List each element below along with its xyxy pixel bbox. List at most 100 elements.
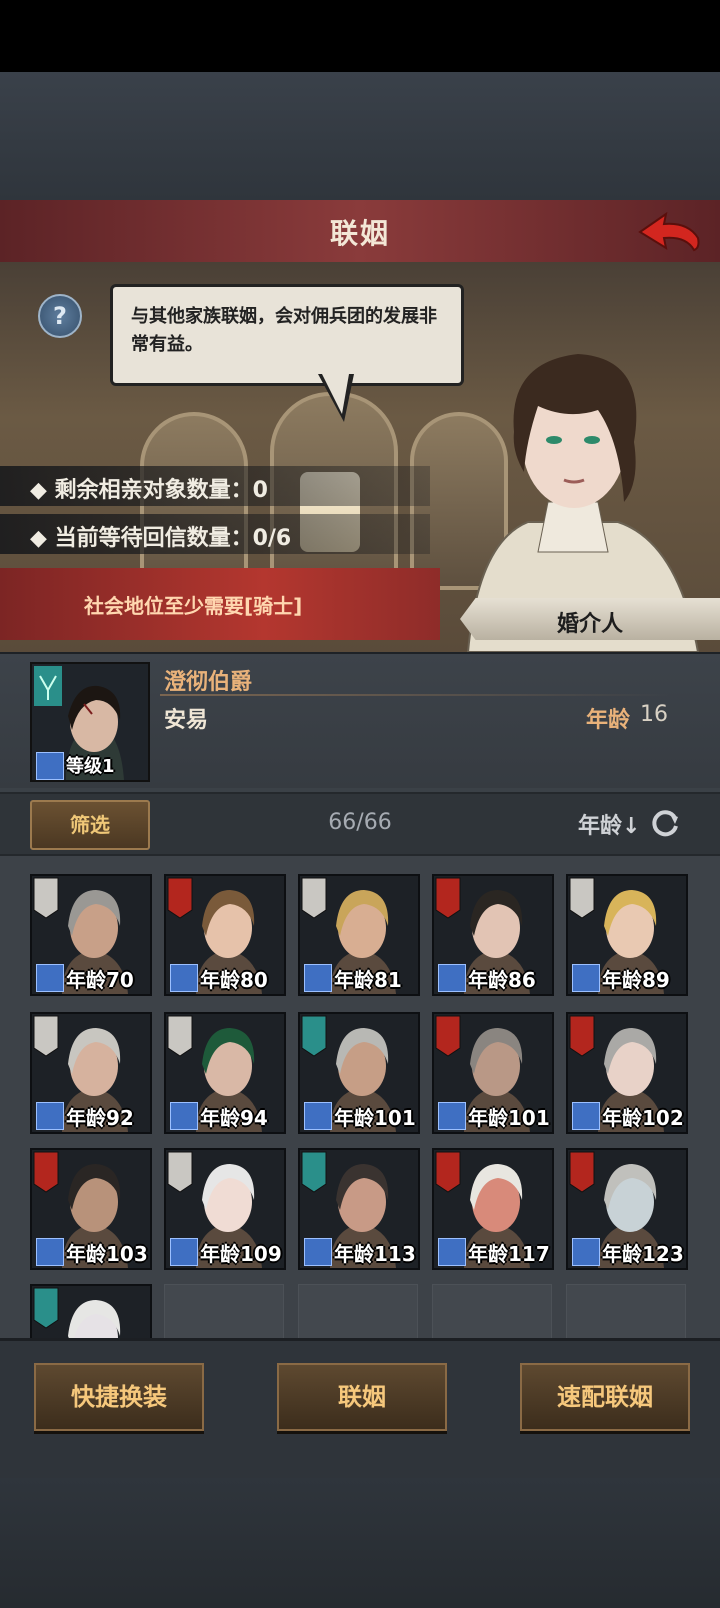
empty-slot: [298, 1284, 418, 1338]
candidate-card[interactable]: 年龄123: [566, 1148, 688, 1270]
candidate-card[interactable]: 年龄117: [432, 1148, 554, 1270]
house-banner-icon: [33, 877, 59, 919]
sword-icon: [36, 1238, 64, 1266]
action-bar: 快捷换装 联姻 速配联姻: [0, 1338, 720, 1481]
sword-icon: [36, 1102, 64, 1130]
auto-marry-label: 速配联姻: [557, 1383, 653, 1411]
candidate-age: 年龄101: [334, 1106, 416, 1130]
candidate-card[interactable]: 年龄70: [30, 874, 152, 996]
candidate-card[interactable]: 年龄101: [298, 1012, 420, 1134]
candidate-card[interactable]: 年龄92: [30, 1012, 152, 1134]
candidate-age: 年龄92: [66, 1106, 134, 1130]
house-banner-icon: [167, 1151, 193, 1193]
player-avatar[interactable]: 等级1: [30, 662, 150, 782]
sort-age-toggle[interactable]: 年龄↓: [578, 808, 640, 840]
player-level: 等级1: [66, 756, 115, 777]
house-banner-icon: [33, 1287, 59, 1329]
quick-equip-button[interactable]: 快捷换装: [34, 1363, 204, 1431]
remaining-count-text: ◆ 剩余相亲对象数量：0: [30, 478, 268, 503]
house-banner-icon: [301, 1151, 327, 1193]
house-banner-icon: [167, 877, 193, 919]
empty-slot: [164, 1284, 284, 1338]
empty-slot: [432, 1284, 552, 1338]
candidate-age: 年龄117: [468, 1242, 550, 1266]
candidate-age: 年龄86: [468, 968, 536, 992]
candidate-age: 年龄81: [334, 968, 402, 992]
title-bar: 联姻: [0, 200, 720, 264]
matchmaker-scene: ? 与其他家族联姻，会对佣兵团的发展非常有益。 ◆ 剩余相亲对象数量：0 ◆ 当…: [0, 262, 720, 652]
candidate-age: 年龄94: [200, 1106, 268, 1130]
quick-equip-label: 快捷换装: [71, 1383, 167, 1411]
house-banner-icon: [167, 1015, 193, 1057]
system-status-bar: [0, 0, 720, 72]
house-banner-icon: [569, 1015, 595, 1057]
player-age-label: 年龄: [586, 708, 631, 733]
candidate-age: 年龄109: [200, 1242, 282, 1266]
sword-icon: [572, 1102, 600, 1130]
divider: [160, 694, 670, 696]
player-title: 澄彻伯爵: [164, 670, 253, 695]
house-banner-icon: [301, 1015, 327, 1057]
back-arrow-icon[interactable]: [636, 208, 702, 254]
matchmaker-label: 婚介人: [556, 612, 623, 637]
marry-label: 联姻: [338, 1383, 386, 1411]
candidate-age: 年龄113: [334, 1242, 416, 1266]
candidate-card[interactable]: 年龄109: [164, 1148, 286, 1270]
remaining-count-row: ◆ 剩余相亲对象数量：0: [0, 466, 430, 506]
candidate-card[interactable]: 年龄101: [432, 1012, 554, 1134]
candidate-card[interactable]: 年龄102: [566, 1012, 688, 1134]
requirement-text: 社会地位至少需要[骑士]: [84, 594, 303, 618]
player-age-value: 16: [640, 702, 668, 727]
sword-icon: [304, 1238, 332, 1266]
sword-icon: [170, 964, 198, 992]
candidate-age: 年龄70: [66, 968, 134, 992]
candidate-card[interactable]: 年龄86: [432, 874, 554, 996]
sword-icon: [572, 964, 600, 992]
sword-icon: [36, 964, 64, 992]
house-banner-icon: [33, 1015, 59, 1057]
house-banner-icon: [569, 1151, 595, 1193]
waiting-count-text: ◆ 当前等待回信数量：0/6: [30, 526, 292, 551]
house-banner-icon: [301, 877, 327, 919]
player-trait: 安易: [164, 708, 209, 733]
candidate-card[interactable]: 年龄113: [298, 1148, 420, 1270]
candidate-card[interactable]: 年龄103: [30, 1148, 152, 1270]
help-button[interactable]: ?: [38, 294, 82, 338]
empty-slot: [566, 1284, 686, 1338]
speech-tail-fill: [322, 374, 349, 414]
candidate-age: 年龄101: [468, 1106, 550, 1130]
house-banner-icon: [435, 877, 461, 919]
sword-icon: [170, 1102, 198, 1130]
speech-text: 与其他家族联姻，会对佣兵团的发展非常有益。: [131, 306, 437, 355]
backdrop-bottom: [0, 1478, 720, 1608]
candidate-card[interactable]: 年龄94: [164, 1012, 286, 1134]
sword-icon: [36, 752, 64, 780]
auto-marry-button[interactable]: 速配联姻: [520, 1363, 690, 1431]
house-banner-icon: [435, 1015, 461, 1057]
sword-icon: [438, 1238, 466, 1266]
sword-icon: [304, 1102, 332, 1130]
marriage-panel: 联姻 ? 与其他家族联姻，会对佣兵团的发展非常有益。 ◆ 剩余相亲对象数量：0: [0, 200, 720, 1481]
candidate-card[interactable]: [30, 1284, 152, 1338]
sword-icon: [572, 1238, 600, 1266]
marry-button[interactable]: 联姻: [277, 1363, 447, 1431]
sword-icon: [438, 964, 466, 992]
candidate-age: 年龄80: [200, 968, 268, 992]
candidate-age: 年龄102: [602, 1106, 684, 1130]
requirement-banner: 社会地位至少需要[骑士]: [0, 568, 440, 640]
candidate-card[interactable]: 年龄81: [298, 874, 420, 996]
candidate-age: 年龄123: [602, 1242, 684, 1266]
backdrop-top: [0, 72, 720, 200]
sword-icon: [438, 1102, 466, 1130]
refresh-icon[interactable]: [648, 806, 682, 840]
candidate-card[interactable]: 年龄89: [566, 874, 688, 996]
house-banner-icon: [435, 1151, 461, 1193]
question-icon: ?: [53, 302, 67, 330]
player-card[interactable]: 等级1 澄彻伯爵 安易 年龄 16: [0, 652, 720, 788]
candidate-card[interactable]: 年龄80: [164, 874, 286, 996]
house-banner-icon: [569, 877, 595, 919]
candidate-age: 年龄89: [602, 968, 670, 992]
page-title: 联姻: [329, 217, 390, 250]
candidate-grid: 年龄70 年龄80 年龄81 年龄86 年龄89 年龄92 年龄94 年龄101 年龄101 年龄…: [0, 856, 720, 1338]
waiting-count-row: ◆ 当前等待回信数量：0/6: [0, 514, 430, 554]
